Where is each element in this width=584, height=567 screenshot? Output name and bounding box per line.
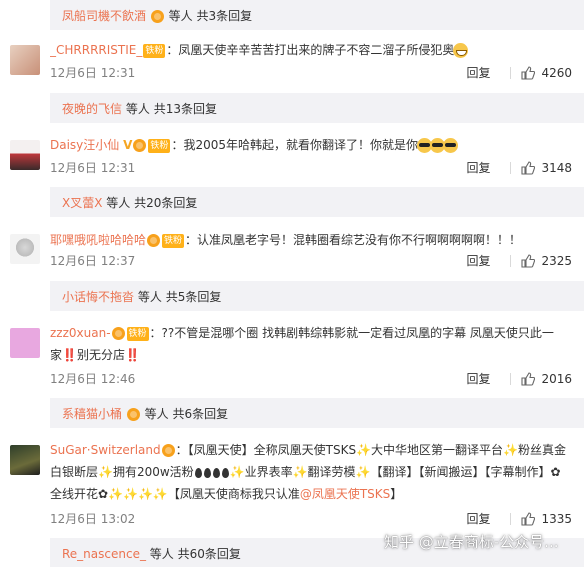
watermark: 知乎 @立春商标-公众号... (384, 527, 559, 557)
reply-suffix: 等人 (144, 407, 169, 421)
like-count: 3148 (541, 161, 572, 175)
divider (510, 67, 512, 79)
comment-time: 12月6日 13:02 (50, 512, 136, 526)
divider (510, 373, 512, 385)
grin-emoji-icon (453, 43, 469, 58)
comment-time: 12月6日 12:37 (50, 254, 136, 268)
thumb-up-icon (521, 66, 536, 80)
reply-button[interactable]: 回复 (466, 250, 490, 272)
avatar[interactable] (10, 445, 40, 475)
thumb-up-icon (521, 512, 536, 526)
comment-meta: 12月6日 12:37 回复 2325 (50, 250, 572, 272)
comment-user[interactable]: _CHRRRRISTIE_ (50, 43, 142, 57)
vip-icon (111, 327, 125, 340)
reply-suffix: 等人 (125, 102, 150, 116)
comment-meta: 12月6日 12:31 回复 3148 (50, 157, 572, 179)
comment-time: 12月6日 12:31 (50, 161, 136, 175)
divider (510, 162, 512, 174)
comment-user[interactable]: zzz0xuan- (50, 326, 111, 340)
verified-v-icon: V (123, 138, 133, 152)
comment-meta: 12月6日 12:31 回复 4260 (50, 62, 572, 84)
vip-icon (147, 234, 161, 247)
fan-badge: 铁粉 (126, 326, 149, 341)
divider (510, 513, 512, 525)
reply-user[interactable]: 凤船司機不飲酒 (62, 9, 146, 23)
comment-user[interactable]: Daisy汪小仙 (50, 138, 119, 152)
like-button[interactable]: 2325 (521, 250, 572, 272)
comment-body: ：认准凤凰老字号！混韩圈看综艺没有你不行啊啊啊啊啊！！！ (185, 233, 522, 247)
like-count: 2016 (541, 372, 572, 386)
mention-link[interactable]: @凤凰天使TSKS (300, 487, 390, 501)
avatar[interactable] (10, 234, 40, 264)
thumb-up-icon (521, 161, 536, 175)
like-count: 2325 (541, 254, 572, 268)
vip-icon (150, 10, 164, 23)
watermark-text: 知乎 @立春商标-公众号... (384, 533, 559, 551)
avatar[interactable] (10, 140, 40, 170)
comment-text: 耶嘿哦吼啦哈哈哈 铁粉 ：认准凤凰老字号！混韩圈看综艺没有你不行啊啊啊啊啊！！！ (50, 229, 572, 251)
drop-emoji-icon (221, 467, 229, 478)
comment-body: ：??不管是混哪个圈 找韩剧韩综韩影就一定看过凤凰的字幕 凤凰天使只此一家‼️别… (50, 326, 554, 362)
thumb-up-icon (521, 254, 536, 268)
like-button[interactable]: 4260 (521, 62, 572, 84)
reply-user[interactable]: 系穑猫小桶 (62, 407, 122, 421)
avatar[interactable] (10, 45, 40, 75)
reply-count-link[interactable]: 共5条回复 (166, 290, 222, 304)
reply-user[interactable]: 小话悔不拖沓 (62, 290, 134, 304)
thumb-up-icon (521, 372, 536, 386)
reply-user[interactable]: Re_nascence_ (62, 547, 146, 561)
reply-summary-3[interactable]: X叉蕾X 等人 共20条回复 (50, 187, 584, 217)
like-count: 4260 (541, 66, 572, 80)
comment-time: 12月6日 12:46 (50, 372, 136, 386)
reply-summary-1[interactable]: 凤船司機不飲酒 等人 共3条回复 (50, 0, 584, 30)
comment-user[interactable]: 耶嘿哦吼啦哈哈哈 (50, 233, 146, 247)
fan-badge: 铁粉 (148, 138, 171, 153)
reply-suffix: 等人 (168, 9, 193, 23)
reply-count-link[interactable]: 共20条回复 (134, 196, 197, 210)
reply-summary-2[interactable]: 夜晚的飞信 等人 共13条回复 (50, 93, 584, 123)
divider (510, 255, 512, 267)
reply-suffix: 等人 (137, 290, 162, 304)
comment-meta: 12月6日 12:46 回复 2016 (50, 368, 572, 390)
like-button[interactable]: 3148 (521, 157, 572, 179)
reply-user[interactable]: X叉蕾X (62, 196, 102, 210)
comment-text: Daisy汪小仙 V 铁粉 ：我2005年哈韩起，就看你翻译了！你就是你 (50, 134, 572, 156)
reply-summary-5[interactable]: 系穑猫小桶 等人 共6条回复 (50, 398, 584, 428)
drop-emoji-icon (194, 467, 202, 478)
reply-summary-4[interactable]: 小话悔不拖沓 等人 共5条回复 (50, 281, 584, 311)
reply-count-link[interactable]: 共6条回复 (173, 407, 229, 421)
reply-count-link[interactable]: 共60条回复 (178, 547, 241, 561)
drop-emoji-icon (212, 467, 220, 478)
sunglasses-emoji-icon (442, 138, 458, 153)
comment-text: _CHRRRRISTIE_ 铁粉 ：凤凰天使辛辛苦苦打出来的牌子不容二溜子所侵犯奥 (50, 39, 572, 61)
drop-emoji-icon (203, 467, 211, 478)
comment-user[interactable]: SuGar·Switzerland (50, 443, 161, 457)
reply-button[interactable]: 回复 (466, 157, 490, 179)
fan-badge: 铁粉 (162, 233, 185, 248)
vip-icon (126, 408, 140, 421)
comment-body-end: 】 (390, 487, 403, 501)
avatar[interactable] (10, 328, 40, 358)
comment-body: ：凤凰天使辛辛苦苦打出来的牌子不容二溜子所侵犯奥 (166, 43, 455, 57)
comment-time: 12月6日 12:31 (50, 66, 136, 80)
reply-count-link[interactable]: 共13条回复 (154, 102, 217, 116)
vip-icon (161, 444, 175, 457)
like-button[interactable]: 2016 (521, 368, 572, 390)
fan-badge: 铁粉 (143, 43, 166, 58)
comment-text: zzz0xuan- 铁粉 ：??不管是混哪个圈 找韩剧韩综韩影就一定看过凤凰的字幕 … (50, 322, 572, 366)
reply-suffix: 等人 (149, 547, 174, 561)
vip-icon (133, 139, 147, 152)
reply-button[interactable]: 回复 (466, 368, 490, 390)
reply-user[interactable]: 夜晚的飞信 (62, 102, 122, 116)
reply-button[interactable]: 回复 (466, 62, 490, 84)
comment-body: ：我2005年哈韩起，就看你翻译了！你就是你 (171, 138, 418, 152)
reply-count-link[interactable]: 共3条回复 (197, 9, 253, 23)
reply-suffix: 等人 (106, 196, 131, 210)
comment-text: SuGar·Switzerland ：【凤凰天使】全称凤凰天使TSKS✨大中华地区… (50, 439, 572, 505)
